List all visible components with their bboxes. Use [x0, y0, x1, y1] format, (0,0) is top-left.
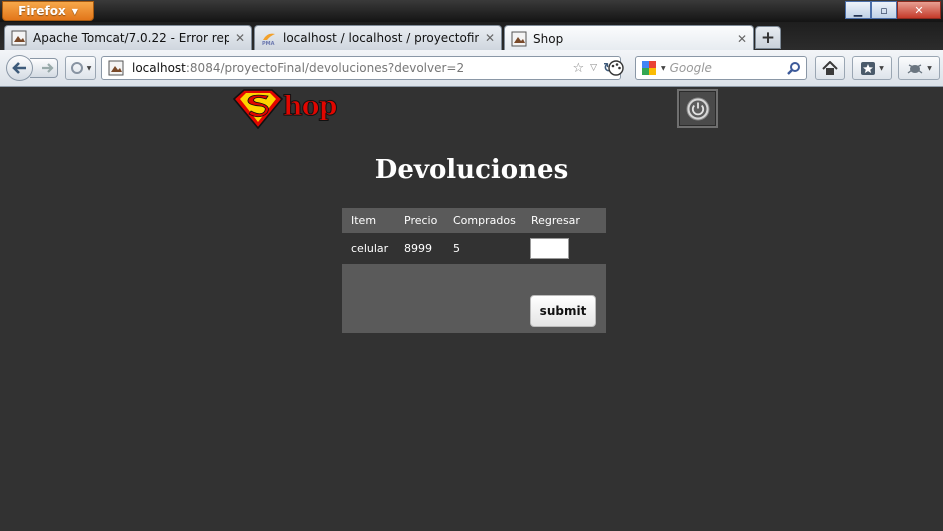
new-tab-button[interactable]: + — [755, 26, 781, 49]
cell-precio: 8999 — [404, 242, 432, 255]
chevron-down-icon: ▼ — [86, 64, 92, 72]
column-header-comprados: Comprados — [453, 214, 516, 227]
plus-icon: + — [760, 27, 776, 48]
history-icon — [70, 62, 83, 74]
search-bar[interactable]: ▼ Google — [635, 56, 807, 80]
return-quantity-input[interactable] — [530, 238, 569, 259]
back-forward-group — [6, 55, 58, 81]
table-row: celular 8999 5 — [342, 233, 606, 264]
tab-phpmyadmin[interactable]: PMA localhost / localhost / proyectofina… — [254, 25, 502, 50]
url-text[interactable]: localhost:8084/proyectoFinal/devolucione… — [132, 61, 565, 75]
shop-logo[interactable]: hop — [230, 89, 340, 130]
palette-icon — [607, 60, 624, 76]
address-bar[interactable]: localhost:8084/proyectoFinal/devolucione… — [101, 56, 621, 80]
home-icon — [822, 60, 838, 75]
power-logout-button[interactable] — [677, 89, 718, 128]
chevron-down-icon: ▼ — [71, 6, 78, 16]
minimize-icon: ▁ — [853, 3, 863, 17]
logo-text: hop — [283, 91, 339, 123]
tab-shop[interactable]: Shop ✕ — [504, 25, 754, 51]
close-tab-icon[interactable]: ✕ — [485, 31, 495, 45]
cell-item: celular — [351, 242, 389, 255]
reload-history-button[interactable]: ▼ — [65, 56, 96, 80]
tab-strip: Apache Tomcat/7.0.22 - Error report ✕ PM… — [0, 22, 943, 51]
back-button[interactable] — [6, 55, 33, 81]
url-host: localhost — [132, 61, 186, 75]
home-button[interactable] — [815, 56, 845, 80]
google-icon — [642, 61, 656, 75]
page-title: Devoluciones — [374, 155, 569, 185]
svg-text:PMA: PMA — [262, 41, 275, 46]
window-titlebar: Firefox ▼ ▁ ▫ ✕ — [0, 0, 943, 22]
extension-button[interactable] — [603, 56, 628, 80]
bookmarks-button[interactable]: ▼ — [852, 56, 892, 80]
phpmyadmin-icon: PMA — [262, 33, 275, 46]
tab-label: Shop — [533, 31, 564, 46]
column-header-regresar: Regresar — [531, 214, 580, 227]
window-controls: ▁ ▫ ✕ — [845, 1, 941, 19]
firebug-icon — [907, 64, 923, 74]
page-content: hop Devoluciones Item Precio Comprados R… — [0, 87, 943, 531]
power-icon — [686, 97, 709, 120]
close-tab-icon[interactable]: ✕ — [737, 32, 747, 46]
tab-label: Apache Tomcat/7.0.22 - Error report — [33, 31, 229, 45]
minimize-button[interactable]: ▁ — [845, 1, 871, 19]
bookmarks-star-icon — [861, 61, 876, 75]
close-window-button[interactable]: ✕ — [897, 1, 941, 19]
cell-regresar — [522, 238, 606, 259]
tab-label: localhost / localhost / proyectofinal / … — [283, 31, 479, 45]
maximize-button[interactable]: ▫ — [871, 1, 897, 19]
table-header-row: Item Precio Comprados Regresar — [342, 208, 606, 233]
maximize-icon: ▫ — [880, 3, 888, 17]
close-icon: ✕ — [914, 3, 924, 17]
generic-page-icon — [108, 60, 124, 76]
generic-page-icon — [511, 31, 527, 46]
arrow-left-icon — [11, 62, 26, 74]
generic-page-icon — [11, 30, 27, 46]
bookmark-star-icon[interactable]: ☆ — [573, 61, 585, 76]
table-footer: submit — [342, 264, 606, 333]
firefox-button-label: Firefox — [18, 4, 66, 18]
column-header-precio: Precio — [404, 214, 438, 227]
arrow-right-icon — [41, 63, 54, 73]
cell-comprados: 5 — [453, 242, 460, 255]
chevron-down-icon: ▼ — [879, 64, 884, 72]
submit-button[interactable]: submit — [530, 295, 596, 327]
firefox-menu-button[interactable]: Firefox ▼ — [2, 1, 94, 21]
chevron-down-icon: ▼ — [927, 64, 932, 72]
forward-button[interactable] — [30, 58, 58, 78]
search-placeholder: Google — [669, 61, 712, 75]
navigation-toolbar: ▼ localhost:8084/proyectoFinal/devolucio… — [0, 50, 943, 87]
url-dropdown-icon[interactable]: ▽ — [590, 63, 597, 73]
column-header-item: Item — [351, 214, 377, 227]
tab-tomcat-error[interactable]: Apache Tomcat/7.0.22 - Error report ✕ — [4, 25, 252, 50]
chevron-down-icon[interactable]: ▼ — [661, 65, 666, 72]
url-path: :8084/proyectoFinal/devoluciones?devolve… — [185, 61, 465, 75]
close-tab-icon[interactable]: ✕ — [235, 31, 245, 45]
returns-table: Item Precio Comprados Regresar celular 8… — [342, 208, 606, 333]
addon-button[interactable]: ▼ — [898, 56, 940, 80]
search-icon[interactable] — [787, 61, 801, 75]
